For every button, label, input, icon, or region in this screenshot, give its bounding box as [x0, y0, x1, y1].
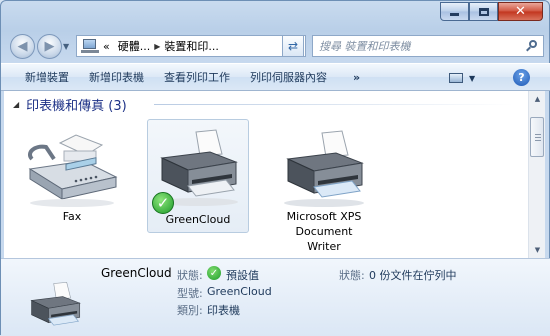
check-icon: ✓: [207, 266, 221, 280]
selected-device-name: GreenCloud: [101, 266, 172, 280]
breadcrumb-devices-printers[interactable]: 裝置和印...: [160, 38, 223, 54]
back-button[interactable]: ◀: [10, 34, 35, 59]
breadcrumb-hardware[interactable]: 硬體...: [114, 38, 155, 54]
scroll-down-button[interactable]: ▼: [529, 242, 546, 258]
maximize-icon: [478, 7, 489, 16]
forward-button[interactable]: ▶: [37, 34, 62, 59]
navigation-bar: ◀ ▶ ▼ « 硬體... ▶ 裝置和印... ▼ ⇄ 搜尋 裝置和印表機: [1, 29, 550, 63]
back-arrow-icon: ◀: [17, 39, 28, 54]
maximize-button[interactable]: [469, 2, 498, 21]
scroll-thumb[interactable]: [530, 117, 544, 157]
view-options-dropdown-icon[interactable]: ▼: [469, 74, 475, 83]
breadcrumb-overflow[interactable]: «: [99, 40, 114, 53]
computer-icon: [81, 39, 99, 53]
device-name: Fax: [62, 210, 82, 223]
printer-icon: [284, 130, 364, 207]
search-input[interactable]: 搜尋 裝置和印表機: [312, 35, 544, 57]
device-item-fax[interactable]: Fax: [22, 129, 122, 229]
group-title: 印表機和傳真 (3): [26, 99, 127, 114]
caption-buttons: ✕: [440, 2, 543, 21]
add-printer-button[interactable]: 新增印表機: [79, 66, 154, 88]
status-label: 狀態:: [177, 269, 203, 282]
device-name: GreenCloud: [165, 213, 231, 226]
scroll-up-button[interactable]: ▲: [529, 91, 546, 107]
close-icon: ✕: [515, 4, 526, 19]
group-divider: [154, 104, 514, 105]
queue-status-label: 狀態:: [339, 269, 365, 282]
more-commands-button[interactable]: »: [343, 66, 370, 88]
model-value: GreenCloud: [207, 285, 272, 298]
minimize-button[interactable]: [440, 2, 469, 21]
device-item-xps-writer[interactable]: Microsoft XPS Document Writer: [270, 129, 378, 258]
see-print-jobs-button[interactable]: 查看列印工作: [154, 66, 240, 88]
vertical-scrollbar[interactable]: ▲ ▼: [528, 91, 545, 258]
refresh-button[interactable]: ⇄: [282, 35, 304, 57]
command-bar: 新增裝置 新增印表機 查看列印工作 列印伺服器內容 » ▼ ?: [1, 63, 550, 91]
details-pane: GreenCloud 狀態: ✓ 預設值 型號: GreenCloud 類別: …: [1, 258, 550, 336]
status-value: 預設值: [226, 269, 259, 282]
print-server-properties-button[interactable]: 列印伺服器內容: [240, 66, 337, 88]
help-button[interactable]: ?: [513, 69, 530, 86]
fax-icon: [27, 134, 118, 207]
minimize-icon: [450, 13, 459, 16]
queue-status-value: 0 份文件在佇列中: [369, 269, 457, 282]
device-name-line-2: Document: [295, 225, 353, 238]
recent-pages-dropdown[interactable]: ▼: [63, 42, 69, 51]
printer-icon: [30, 281, 81, 326]
add-device-button[interactable]: 新增裝置: [1, 66, 79, 88]
forward-arrow-icon: ▶: [44, 39, 55, 54]
devices-and-printers-window: ✕ ◀ ▶ ▼ « 硬體... ▶ 裝置和印... ▼ ⇄ 搜尋 裝置和印表機: [0, 0, 550, 336]
view-icon: [449, 73, 463, 83]
help-icon: ?: [518, 71, 525, 84]
change-view-button[interactable]: ▼: [449, 69, 487, 87]
refresh-icon: ⇄: [287, 39, 299, 53]
category-label: 類別:: [177, 304, 203, 317]
group-header-printers-faxes[interactable]: ◢ 印表機和傳真 (3): [13, 95, 127, 114]
search-icon[interactable]: [526, 40, 538, 52]
search-placeholder: 搜尋 裝置和印表機: [319, 40, 411, 53]
default-printer-check-icon: ✓: [152, 192, 174, 214]
device-name-line-3: Writer: [307, 240, 341, 253]
close-button[interactable]: ✕: [498, 2, 543, 21]
category-value: 印表機: [207, 304, 240, 317]
device-list: ◢ 印表機和傳真 (3) Fax ✓ GreenCloud Microsoft …: [4, 91, 528, 258]
device-name-line-1: Microsoft XPS: [286, 210, 362, 223]
address-bar[interactable]: « 硬體... ▶ 裝置和印... ▼: [76, 35, 306, 57]
model-label: 型號:: [177, 287, 203, 300]
device-item-greencloud[interactable]: ✓ GreenCloud: [147, 119, 249, 233]
collapse-group-icon[interactable]: ◢: [13, 100, 19, 109]
